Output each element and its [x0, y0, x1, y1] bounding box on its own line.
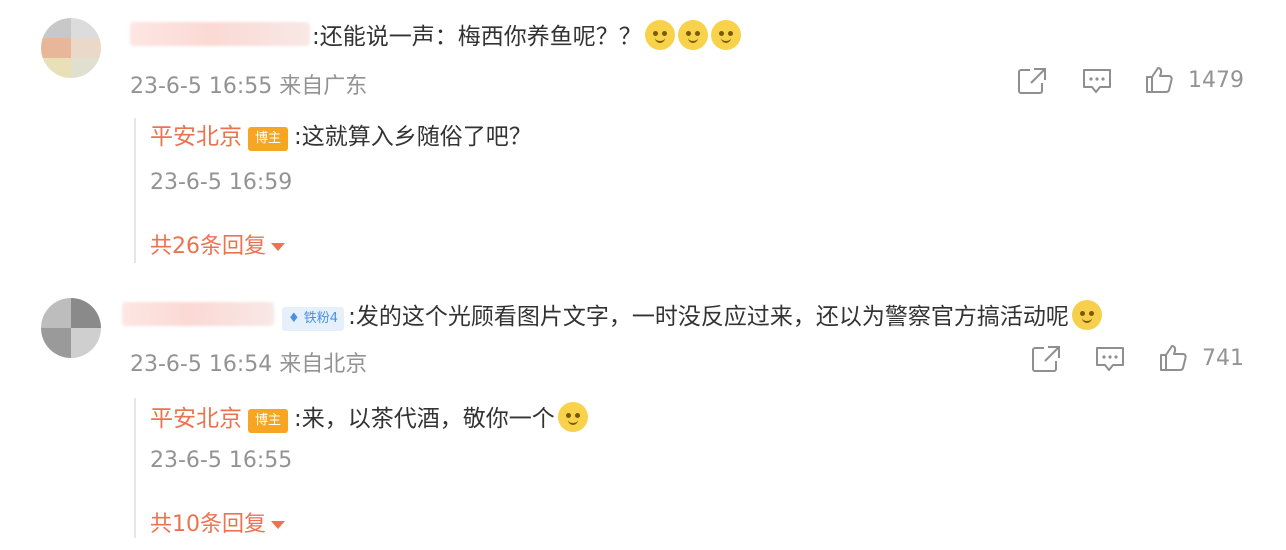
- caret-down-icon: [271, 521, 285, 529]
- comment-button[interactable]: [1094, 344, 1126, 374]
- reply-username[interactable]: 平安北京: [150, 406, 242, 432]
- like-button[interactable]: 1479: [1144, 65, 1244, 95]
- reply-divider: [134, 398, 136, 538]
- avatar[interactable]: [41, 18, 101, 78]
- comment-location: 来自北京: [279, 352, 368, 377]
- username-blurred[interactable]: [122, 302, 274, 326]
- doge-emoji-icon: [644, 20, 675, 50]
- expand-replies-link[interactable]: 共10条回复: [150, 506, 285, 538]
- username-blurred[interactable]: [130, 22, 310, 46]
- share-icon: [1018, 68, 1046, 94]
- comment-text: :还能说一声：梅西你养鱼呢？？: [312, 24, 642, 50]
- like-count: 741: [1202, 345, 1244, 371]
- avatar[interactable]: [41, 298, 101, 358]
- author-badge: 博主: [248, 409, 288, 433]
- laugh-cry-emoji-icon: [1071, 300, 1102, 330]
- reply-time: 23-6-5 16:59: [150, 170, 293, 195]
- comment-text: :发的这个光顾看图片文字，一时没反应过来，还以为警察官方搞活动呢: [348, 304, 1069, 330]
- caret-down-icon: [271, 243, 285, 251]
- comment-button[interactable]: [1081, 66, 1113, 96]
- comment-location: 来自广东: [279, 74, 368, 99]
- comment-time: 23-6-5 16:54: [130, 352, 273, 377]
- comment-list: :还能说一声：梅西你养鱼呢？？ 23-6-5 16:55 来自广东 1479 平…: [0, 0, 1286, 550]
- expand-replies-link[interactable]: 共26条回复: [150, 228, 285, 260]
- like-button[interactable]: 741: [1158, 343, 1244, 373]
- expand-replies-label: 共26条回复: [150, 234, 266, 259]
- thumbs-up-icon: [1160, 345, 1187, 371]
- fan-badge: ♦ 铁粉4: [282, 307, 345, 331]
- comment-icon: [1083, 69, 1111, 93]
- share-button[interactable]: [1016, 66, 1048, 96]
- doge-emoji-icon: [557, 402, 588, 432]
- thumbs-up-icon: [1146, 67, 1173, 93]
- comment-icon: [1096, 347, 1124, 371]
- like-count: 1479: [1188, 67, 1244, 93]
- comment-time: 23-6-5 16:55: [130, 74, 273, 99]
- doge-emoji-icon: [677, 20, 708, 50]
- reply-username[interactable]: 平安北京: [150, 124, 242, 150]
- expand-replies-label: 共10条回复: [150, 512, 266, 537]
- share-button[interactable]: [1030, 344, 1062, 374]
- reply-text: :来，以茶代酒，敬你一个: [294, 406, 555, 432]
- reply-divider: [134, 118, 136, 263]
- reply-time: 23-6-5 16:55: [150, 448, 293, 473]
- doge-emoji-icon: [710, 20, 741, 50]
- share-icon: [1032, 346, 1060, 372]
- reply-text: :这就算入乡随俗了吧？: [294, 124, 532, 150]
- author-badge: 博主: [248, 127, 288, 151]
